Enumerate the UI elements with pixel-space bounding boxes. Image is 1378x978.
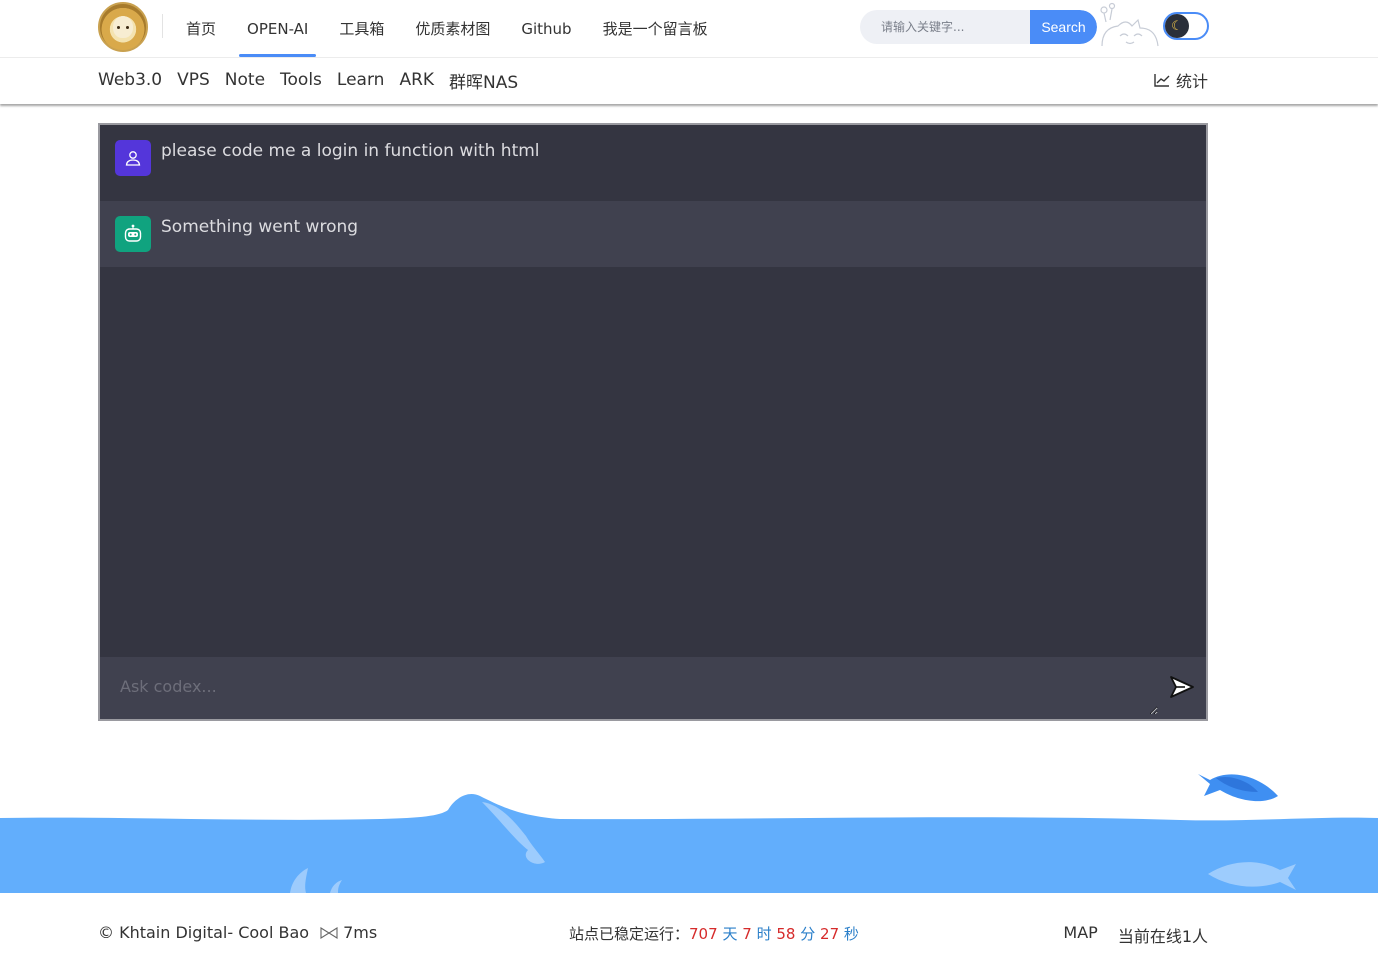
user-message-text: please code me a login in function with … — [161, 141, 540, 161]
water-decoration — [0, 774, 1378, 893]
category-ark[interactable]: ARK — [399, 70, 434, 90]
stats-link[interactable]: 统计 — [1154, 58, 1208, 102]
nav-open-ai[interactable]: OPEN-AI — [238, 0, 317, 57]
category-tools[interactable]: Tools — [280, 70, 322, 90]
logo-eye — [126, 26, 129, 29]
footer-copyright: © Khtain Digital- Cool Bao 7ms — [98, 923, 377, 942]
chat-message-bot: Something went wrong — [100, 201, 1206, 267]
map-link[interactable]: MAP — [1063, 923, 1097, 947]
prompt-input[interactable] — [100, 657, 1158, 715]
nav-toolbox[interactable]: 工具箱 — [339, 0, 384, 57]
speed-indicator: 7ms — [319, 923, 377, 942]
category-web3[interactable]: Web3.0 — [98, 70, 162, 90]
online-count: 当前在线1人 — [1117, 927, 1208, 946]
chat-panel: please code me a login in function with … — [98, 123, 1208, 721]
nav-materials[interactable]: 优质素材图 — [415, 0, 490, 57]
send-button[interactable] — [1168, 673, 1196, 701]
top-navbar: 首页 OPEN-AI 工具箱 优质素材图 Github 我是一个留言板 Sear… — [0, 0, 1378, 58]
footer-links: MAP 当前在线1人 — [1063, 923, 1208, 947]
uptime-hours-unit: 时 — [756, 925, 772, 943]
logo-eye — [117, 26, 120, 29]
search-box: Search — [860, 10, 1097, 44]
logo-divider — [162, 14, 163, 38]
bot-avatar — [115, 216, 151, 252]
stats-label: 统计 — [1175, 72, 1208, 91]
uptime-label: 站点已稳定运行： — [569, 925, 690, 943]
search-input[interactable] — [860, 10, 1030, 44]
category-note[interactable]: Note — [225, 70, 265, 90]
line-chart-icon — [1154, 74, 1170, 87]
main-nav: 首页 OPEN-AI 工具箱 优质素材图 Github 我是一个留言板 — [186, 0, 739, 57]
uptime-hours: 7 — [742, 925, 752, 943]
send-icon — [1170, 676, 1194, 698]
nav-github[interactable]: Github — [521, 0, 571, 57]
category-nav: Web3.0 VPS Note Tools Learn ARK 群晖NAS — [98, 58, 533, 102]
uptime-minutes: 58 — [776, 925, 796, 943]
chat-message-user: please code me a login in function with … — [100, 125, 1206, 201]
category-vps[interactable]: VPS — [177, 70, 210, 90]
category-nas[interactable]: 群晖NAS — [449, 68, 518, 93]
bot-message-text: Something went wrong — [161, 217, 359, 237]
user-avatar — [115, 140, 151, 176]
chat-composer — [100, 657, 1206, 719]
site-logo[interactable] — [98, 2, 148, 52]
category-bar: Web3.0 VPS Note Tools Learn ARK 群晖NAS 统计 — [0, 58, 1378, 104]
uptime-minutes-unit: 分 — [800, 925, 816, 943]
category-learn[interactable]: Learn — [337, 70, 385, 90]
speed-text: 7ms — [343, 923, 378, 942]
ribbon-icon — [320, 926, 338, 939]
nav-home[interactable]: 首页 — [186, 0, 216, 57]
search-button[interactable]: Search — [1030, 10, 1097, 44]
site-footer: © Khtain Digital- Cool Bao 7ms 站点已稳定运行：7… — [0, 893, 1378, 978]
logo-face — [113, 16, 133, 38]
moon-icon: ☾ — [1165, 14, 1189, 38]
uptime-seconds: 27 — [820, 925, 840, 943]
uptime-counter: 站点已稳定运行：707 天 7 时 58 分 27 秒 — [569, 923, 859, 944]
robot-icon — [124, 224, 142, 242]
theme-toggle[interactable]: ☾ — [1163, 12, 1209, 40]
uptime-days: 707 — [689, 925, 718, 943]
copyright-text: © Khtain Digital- Cool Bao — [98, 923, 310, 942]
uptime-days-unit: 天 — [722, 925, 738, 943]
nav-guestbook[interactable]: 我是一个留言板 — [603, 0, 708, 57]
uptime-seconds-unit: 秒 — [843, 925, 859, 943]
user-icon — [125, 151, 141, 166]
